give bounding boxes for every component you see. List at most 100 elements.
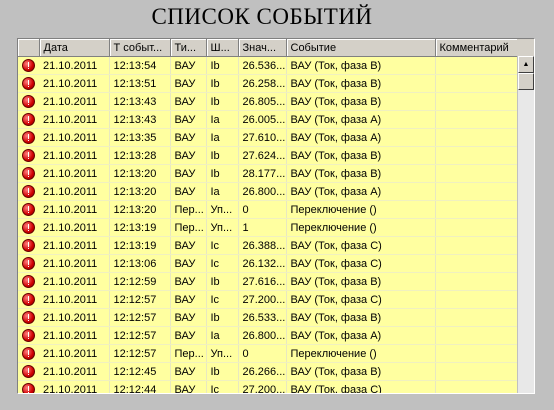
alarm-icon — [22, 167, 35, 180]
cell-channel: Ib — [206, 56, 239, 75]
cell-event: ВАУ (Ток, фаза С) — [286, 290, 436, 309]
cell-icon — [18, 326, 39, 345]
cell-icon — [18, 236, 39, 255]
cell-type: Пер... — [170, 218, 207, 237]
cell-time: 12:13:51 — [109, 74, 171, 93]
table-row[interactable]: 21.10.2011 12:13:51 ВАУ Ib 26.258... ВАУ (Ток… — [18, 74, 517, 93]
table-row[interactable]: 21.10.2011 12:13:43 ВАУ Ia 26.005... ВАУ (Ток… — [18, 110, 517, 129]
alarm-icon — [22, 329, 35, 342]
cell-value: 26.266... — [238, 362, 287, 381]
column-header-date[interactable]: Дата — [39, 39, 110, 57]
table-row[interactable]: 21.10.2011 12:12:45 ВАУ Ib 26.266... ВАУ (Ток… — [18, 362, 517, 381]
cell-icon — [18, 74, 39, 93]
table-row[interactable]: 21.10.2011 12:12:59 ВАУ Ib 27.616... ВАУ (Ток… — [18, 272, 517, 291]
cell-comment — [435, 182, 517, 201]
table-row[interactable]: 21.10.2011 12:12:57 ВАУ Ia 26.800... ВАУ (Ток… — [18, 326, 517, 345]
cell-date: 21.10.2011 — [39, 218, 110, 237]
table-row[interactable]: 21.10.2011 12:12:44 ВАУ Ic 27.200... ВАУ (Ток… — [18, 380, 517, 393]
cell-time: 12:13:19 — [109, 236, 171, 255]
column-header-event[interactable]: Событие — [286, 39, 436, 57]
cell-date: 21.10.2011 — [39, 344, 110, 363]
events-grid: Дата Т событ... Ти... Ш... Знач... Событ… — [18, 39, 517, 393]
cell-channel: Ib — [206, 92, 239, 111]
cell-value: 0 — [238, 344, 287, 363]
cell-channel: Ia — [206, 128, 239, 147]
cell-type: ВАУ — [170, 380, 207, 393]
table-row[interactable]: 21.10.2011 12:12:57 ВАУ Ic 27.200... ВАУ (Ток… — [18, 290, 517, 309]
cell-date: 21.10.2011 — [39, 380, 110, 393]
column-header-icon[interactable] — [18, 39, 40, 57]
cell-value: 26.800... — [238, 326, 287, 345]
cell-channel: Ib — [206, 308, 239, 327]
vertical-scrollbar[interactable]: ▲ — [517, 39, 534, 393]
cell-time: 12:12:45 — [109, 362, 171, 381]
cell-date: 21.10.2011 — [39, 74, 110, 93]
cell-channel: Уп... — [206, 344, 239, 363]
table-row[interactable]: 21.10.2011 12:13:06 ВАУ Ic 26.132... ВАУ (Ток… — [18, 254, 517, 273]
column-header-value[interactable]: Знач... — [238, 39, 287, 57]
cell-time: 12:12:57 — [109, 290, 171, 309]
table-row[interactable]: 21.10.2011 12:13:35 ВАУ Ia 27.610... ВАУ (Ток… — [18, 128, 517, 147]
cell-value: 28.177... — [238, 164, 287, 183]
alarm-icon — [22, 113, 35, 126]
cell-date: 21.10.2011 — [39, 182, 110, 201]
column-header-channel[interactable]: Ш... — [206, 39, 239, 57]
cell-value: 26.800... — [238, 182, 287, 201]
cell-type: Пер... — [170, 344, 207, 363]
cell-event: ВАУ (Ток, фаза В) — [286, 92, 436, 111]
cell-date: 21.10.2011 — [39, 326, 110, 345]
cell-type: ВАУ — [170, 326, 207, 345]
cell-value: 27.610... — [238, 128, 287, 147]
cell-time: 12:13:06 — [109, 254, 171, 273]
cell-value: 27.200... — [238, 380, 287, 393]
cell-event: ВАУ (Ток, фаза В) — [286, 272, 436, 291]
cell-icon — [18, 290, 39, 309]
table-row[interactable]: 21.10.2011 12:12:57 Пер... Уп... 0 Переключен… — [18, 344, 517, 363]
cell-type: ВАУ — [170, 92, 207, 111]
events-table: Дата Т событ... Ти... Ш... Знач... Событ… — [17, 38, 535, 394]
alarm-icon — [22, 221, 35, 234]
cell-comment — [435, 326, 517, 345]
table-row[interactable]: 21.10.2011 12:13:20 Пер... Уп... 0 Переключен… — [18, 200, 517, 219]
cell-comment — [435, 362, 517, 381]
cell-event: ВАУ (Ток, фаза А) — [286, 110, 436, 129]
cell-event: ВАУ (Ток, фаза В) — [286, 164, 436, 183]
table-row[interactable]: 21.10.2011 12:13:43 ВАУ Ib 26.805... ВАУ (Ток… — [18, 92, 517, 111]
table-row[interactable]: 21.10.2011 12:13:54 ВАУ Ib 26.536... ВАУ (Ток… — [18, 56, 517, 75]
cell-event: ВАУ (Ток, фаза С) — [286, 236, 436, 255]
scroll-thumb[interactable] — [518, 73, 534, 90]
alarm-icon — [22, 365, 35, 378]
cell-comment — [435, 308, 517, 327]
cell-channel: Ia — [206, 182, 239, 201]
alarm-icon — [22, 293, 35, 306]
cell-comment — [435, 110, 517, 129]
column-header-time[interactable]: Т событ... — [109, 39, 171, 57]
cell-event: Переключение () — [286, 218, 436, 237]
cell-time: 12:13:35 — [109, 128, 171, 147]
cell-icon — [18, 254, 39, 273]
header-row: Дата Т событ... Ти... Ш... Знач... Событ… — [18, 39, 517, 57]
alarm-icon — [22, 203, 35, 216]
cell-channel: Уп... — [206, 218, 239, 237]
cell-type: ВАУ — [170, 110, 207, 129]
cell-comment — [435, 200, 517, 219]
cell-event: ВАУ (Ток, фаза С) — [286, 254, 436, 273]
cell-channel: Уп... — [206, 200, 239, 219]
alarm-icon — [22, 311, 35, 324]
column-header-comment[interactable]: Комментарий — [435, 39, 517, 57]
cell-value: 27.616... — [238, 272, 287, 291]
cell-event: ВАУ (Ток, фаза А) — [286, 128, 436, 147]
table-row[interactable]: 21.10.2011 12:12:57 ВАУ Ib 26.533... ВАУ (Ток… — [18, 308, 517, 327]
scroll-up-button[interactable]: ▲ — [518, 56, 534, 73]
alarm-icon — [22, 275, 35, 288]
table-row[interactable]: 21.10.2011 12:13:28 ВАУ Ib 27.624... ВАУ (Ток… — [18, 146, 517, 165]
table-row[interactable]: 21.10.2011 12:13:19 ВАУ Ic 26.388... ВАУ (Ток… — [18, 236, 517, 255]
cell-comment — [435, 146, 517, 165]
cell-time: 12:13:19 — [109, 218, 171, 237]
cell-type: ВАУ — [170, 272, 207, 291]
table-row[interactable]: 21.10.2011 12:13:20 ВАУ Ib 28.177... ВАУ (Ток… — [18, 164, 517, 183]
column-header-type[interactable]: Ти... — [170, 39, 207, 57]
table-row[interactable]: 21.10.2011 12:13:20 ВАУ Ia 26.800... ВАУ (Ток… — [18, 182, 517, 201]
table-row[interactable]: 21.10.2011 12:13:19 Пер... Уп... 1 Переключен… — [18, 218, 517, 237]
cell-icon — [18, 218, 39, 237]
